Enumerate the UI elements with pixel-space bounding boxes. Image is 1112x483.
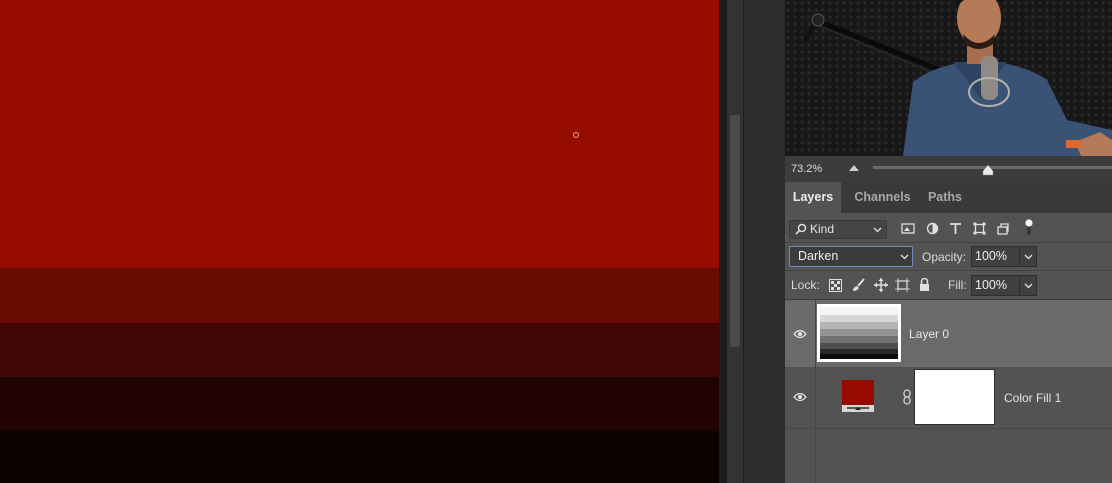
canvas-band-2 — [0, 323, 719, 377]
navigator-zoom-bar: 73.2% — [785, 156, 1112, 182]
layer-mask-thumbnail[interactable] — [914, 369, 995, 425]
search-icon — [795, 223, 807, 235]
eye-icon — [793, 392, 807, 402]
canvas-band-1 — [0, 268, 719, 323]
chevron-down-icon — [1024, 283, 1033, 289]
gutter-divider — [743, 0, 744, 483]
kind-filter-label: Kind — [810, 222, 835, 236]
link-chain-icon[interactable] — [902, 389, 912, 405]
layer-name[interactable]: Layer 0 — [909, 327, 949, 341]
tab-layers[interactable]: Layers — [785, 182, 841, 213]
layer-eye-column — [785, 429, 816, 483]
layer-row-layer-0[interactable]: Layer 0 — [785, 300, 1112, 367]
image-filter-icon[interactable] — [901, 222, 915, 235]
opacity-label: Opacity: — [922, 250, 967, 264]
layer-visibility-toggle[interactable] — [785, 367, 816, 428]
eye-icon — [793, 329, 807, 339]
fill-dropdown[interactable] — [1019, 275, 1037, 296]
layer-thumbnail-gradient-steps[interactable] — [817, 304, 901, 362]
lock-artboard-icon[interactable] — [895, 278, 910, 292]
canvas-divider — [719, 0, 727, 483]
type-filter-icon[interactable] — [949, 222, 962, 235]
zoom-percentage[interactable]: 73.2% — [791, 163, 822, 175]
document-canvas[interactable] — [0, 0, 719, 483]
right-panel: 73.2% Layers Channels Paths Kind Darken … — [785, 0, 1112, 483]
zoom-slider-handle[interactable] — [982, 164, 994, 176]
shape-filter-icon[interactable] — [973, 222, 986, 235]
layer-visibility-toggle[interactable] — [785, 300, 816, 367]
zoom-out-mountain-icon[interactable] — [848, 162, 860, 172]
fill-label: Fill: — [948, 278, 967, 292]
fill-layer-color-icon[interactable] — [842, 380, 874, 412]
tab-paths[interactable]: Paths — [924, 182, 966, 213]
canvas-band-3 — [0, 377, 719, 431]
blend-mode-value: Darken — [798, 249, 839, 263]
navigator-preview[interactable] — [785, 0, 1112, 156]
lock-all-padlock-icon[interactable] — [919, 278, 930, 291]
blend-row: Darken Opacity: 100% — [785, 242, 1112, 271]
brush-cursor — [573, 132, 579, 138]
layer-filter-row: Kind — [785, 213, 1112, 243]
canvas-scroll-area — [719, 0, 785, 483]
chevron-down-icon — [900, 254, 909, 260]
fill-value: 100% — [975, 278, 1007, 292]
smart-object-filter-icon[interactable] — [997, 222, 1010, 235]
vertical-scrollbar-thumb[interactable] — [730, 115, 740, 347]
chevron-down-icon — [1024, 254, 1033, 260]
chevron-down-icon — [873, 227, 882, 233]
filter-toggle-icon[interactable] — [1024, 219, 1034, 237]
blend-mode-select[interactable]: Darken — [789, 246, 913, 267]
panel-tabs: Layers Channels Paths — [785, 182, 1112, 213]
layer-row-color-fill-1[interactable]: Color Fill 1 — [785, 367, 1112, 429]
lock-label: Lock: — [791, 278, 820, 292]
layer-name[interactable]: Color Fill 1 — [1004, 391, 1061, 405]
opacity-dropdown[interactable] — [1019, 246, 1037, 267]
presenter-video-icon — [802, 0, 1112, 156]
opacity-input[interactable]: 100% — [971, 246, 1020, 267]
lock-row: Lock: Fill: 100% — [785, 271, 1112, 300]
lock-position-move-icon[interactable] — [874, 278, 888, 292]
kind-filter-select[interactable]: Kind — [789, 220, 887, 239]
tab-channels[interactable]: Channels — [842, 182, 923, 213]
adjustment-filter-icon[interactable] — [926, 222, 939, 235]
lock-transparent-pixels-icon[interactable] — [829, 279, 842, 292]
canvas-band-4 — [0, 431, 719, 483]
layers-empty-area — [785, 429, 1112, 483]
fill-input[interactable]: 100% — [971, 275, 1020, 296]
lock-image-pixels-brush-icon[interactable] — [852, 278, 866, 292]
opacity-value: 100% — [975, 249, 1007, 263]
